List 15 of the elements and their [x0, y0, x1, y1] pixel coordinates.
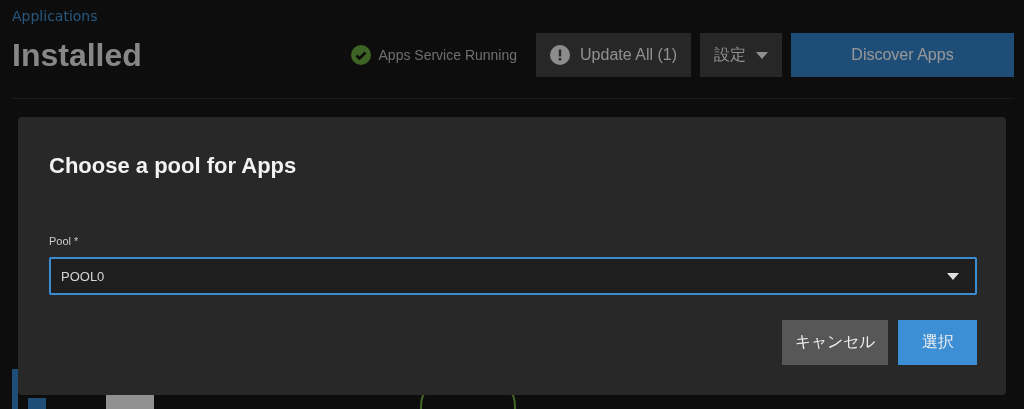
select-button[interactable]: 選択: [898, 320, 977, 365]
alert-icon: [550, 45, 571, 65]
row-highlight: [12, 369, 18, 409]
pool-select[interactable]: POOL0: [49, 257, 977, 295]
dropdown-icon: [947, 272, 959, 280]
breadcrumb-link[interactable]: Applications: [12, 8, 98, 24]
caret-icon: [756, 51, 768, 59]
cancel-button[interactable]: キャンセル: [782, 320, 888, 365]
field-label: Pool *: [49, 235, 79, 247]
dialog-title: Choose a pool for Apps: [49, 153, 298, 179]
page-title: Installed: [12, 36, 143, 74]
discover-button[interactable]: Discover Apps: [791, 33, 1014, 77]
update-button[interactable]: Update All (1): [536, 33, 691, 77]
settings-menu-button[interactable]: 設定: [700, 33, 782, 77]
service-status: Apps Service Running: [378, 47, 518, 63]
